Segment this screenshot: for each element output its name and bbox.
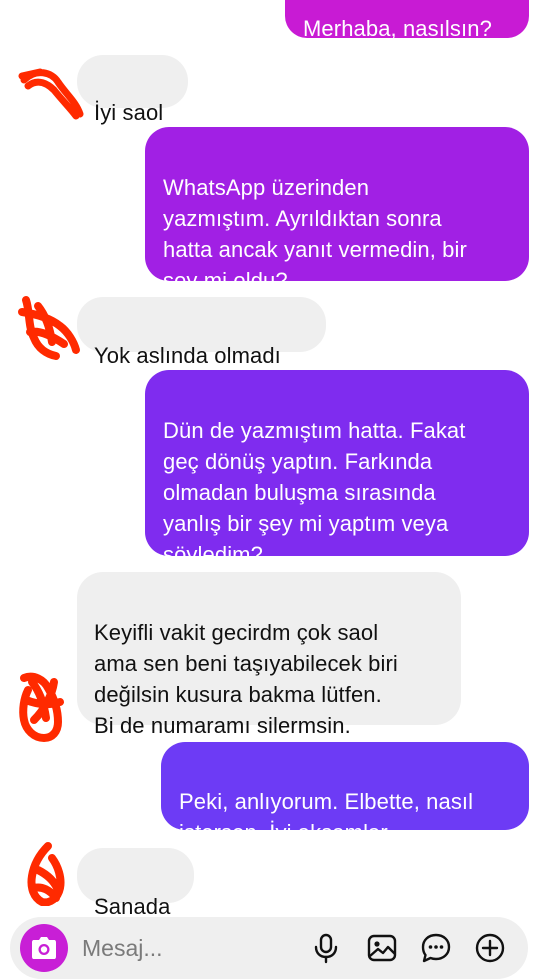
message-bubble-incoming[interactable]: Sanada — [77, 848, 194, 919]
sticker-icon[interactable] — [420, 932, 452, 964]
add-icon[interactable] — [474, 932, 506, 964]
message-text: Yok aslında olmadı — [94, 343, 281, 368]
redacted-avatar — [18, 68, 84, 120]
redacted-avatar — [19, 672, 64, 742]
message-text: Dün de yazmıştım hatta. Fakat geç dönüş … — [163, 418, 466, 567]
message-text: İyi saol — [94, 100, 164, 125]
camera-button[interactable] — [20, 924, 68, 972]
message-input[interactable] — [82, 933, 282, 963]
message-bubble-incoming[interactable]: İyi saol — [77, 55, 188, 125]
message-bubble-outgoing[interactable]: Merhaba, nasılsın? — [285, 0, 529, 41]
message-text: Peki, anlıyorum. Elbette, nasıl istersen… — [179, 789, 474, 845]
message-bubble-outgoing[interactable]: WhatsApp üzerinden yazmıştım. Ayrıldıkta… — [145, 127, 529, 293]
message-composer — [10, 917, 528, 979]
camera-icon — [32, 937, 56, 959]
message-bubble-outgoing[interactable]: Peki, anlıyorum. Elbette, nasıl istersen… — [161, 742, 529, 845]
message-text: WhatsApp üzerinden yazmıştım. Ayrıldıkta… — [163, 175, 467, 293]
redacted-avatar — [18, 296, 80, 360]
message-text: Sanada — [94, 894, 171, 919]
gallery-icon[interactable] — [366, 932, 398, 964]
message-text: Keyifli vakit gecirdm çok saol ama sen b… — [94, 620, 398, 738]
message-bubble-incoming[interactable]: Keyifli vakit gecirdm çok saol ama sen b… — [77, 572, 461, 738]
message-bubble-incoming[interactable]: Yok aslında olmadı — [77, 297, 326, 368]
microphone-icon[interactable] — [310, 932, 342, 964]
message-text: Merhaba, nasılsın? — [303, 16, 492, 41]
redacted-avatar — [27, 842, 65, 906]
message-bubble-outgoing[interactable]: Dün de yazmıştım hatta. Fakat geç dönüş … — [145, 370, 529, 567]
